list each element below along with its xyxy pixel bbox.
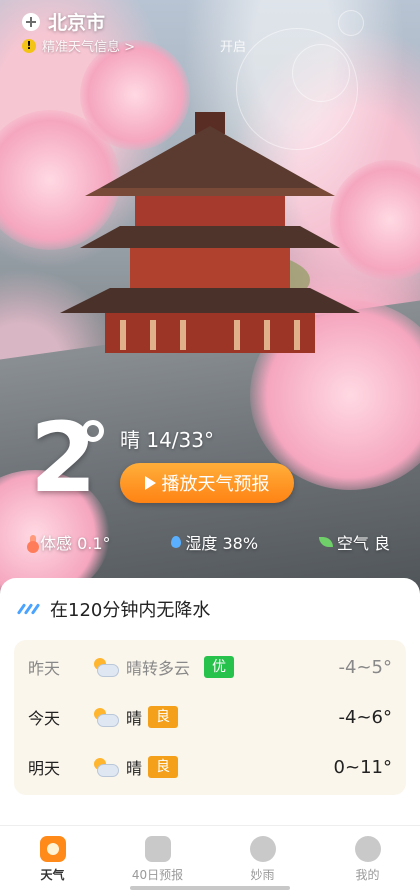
forecast-condition: 晴转多云 [126,659,191,678]
tab-label: 40日预报 [131,868,184,882]
humidity-label: 湿度 38% [185,534,259,553]
light-bubble [338,10,364,36]
tab-weather[interactable]: 天气 [0,826,105,895]
profile-icon [354,836,381,862]
notice-enable-link[interactable]: 开启 [220,36,246,55]
precise-weather-notice[interactable]: ! 精准天气信息 > [22,36,135,55]
forecast-condition: 晴 [126,709,143,728]
tab-label: 我的 [355,868,380,882]
aqi-badge: 良 [148,706,178,728]
feels-like-stat: 体感 0.1° [27,530,111,554]
forecast-range: -4~5° [338,656,392,678]
humidity-stat: 湿度 38% [171,530,258,554]
forecast-range: 0~11° [333,756,392,778]
forecast-day: 明天 [28,759,61,778]
play-icon [144,476,156,490]
forecast-range: -4~6° [338,706,392,728]
sun-icon [39,836,66,862]
aqi-badge: 良 [148,756,178,778]
aqi-badge: 优 [204,656,234,678]
forecast-condition: 晴 [126,759,143,778]
partly-cloudy-icon [92,658,119,677]
forecast-day: 今天 [28,709,61,728]
water-drop-icon [171,536,182,548]
rain-forecast-text: 在120分钟内无降水 [50,600,211,621]
rain-icon [16,600,41,618]
play-forecast-label: 播放天气预报 [161,474,270,495]
condition-range: 晴 14/33° [120,428,214,452]
partly-cloudy-icon [92,708,119,727]
air-quality-stat[interactable]: 空气 良 [318,530,390,554]
thermometer-icon [27,535,39,553]
bottom-tab-bar: 天气 40日预报 妙雨 我的 [0,825,420,895]
warning-icon: ! [22,38,36,53]
air-quality-label[interactable]: 空气 良 [337,530,390,554]
notice-text[interactable]: 精准天气信息 > [42,36,135,55]
three-day-forecast: 昨天 晴转多云 优 -4~5° 今天 晴 良 -4~6° 明天 晴 良 0~11… [14,640,406,795]
calendar-icon [144,836,171,862]
forecast-row-today[interactable]: 今天 晴 良 -4~6° [14,694,406,740]
add-location-icon[interactable] [22,12,40,31]
tab-profile[interactable]: 我的 [315,826,420,895]
weather-stats: 体感 0.1° 湿度 38% 空气 良 [27,530,390,554]
location-header[interactable]: 北京市 [22,8,105,35]
feels-like-label: 体感 0.1° [40,534,111,553]
home-indicator [130,886,290,890]
rain-forecast-row[interactable]: 在120分钟内无降水 [16,596,210,622]
tab-40-day-forecast[interactable]: 40日预报 [105,826,210,895]
forecast-row-tomorrow[interactable]: 明天 晴 良 0~11° [14,744,406,790]
degree-symbol [82,420,104,442]
tab-label: 妙雨 [250,868,275,882]
leaf-icon [318,537,333,547]
cloud-rain-icon [249,836,276,862]
forecast-row-yesterday[interactable]: 昨天 晴转多云 优 -4~5° [14,644,406,690]
play-forecast-button[interactable]: 播放天气预报 [120,463,294,503]
forecast-day: 昨天 [28,659,61,678]
tab-rain[interactable]: 妙雨 [210,826,315,895]
city-name[interactable]: 北京市 [48,8,105,35]
partly-cloudy-icon [92,758,119,777]
light-bubble [292,44,350,102]
tab-label: 天气 [40,868,65,882]
